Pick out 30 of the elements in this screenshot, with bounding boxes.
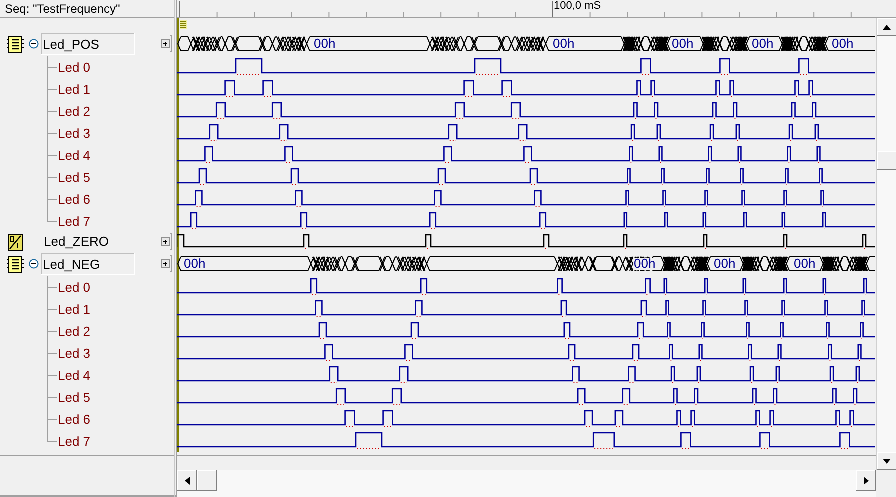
bus-value: 00h — [671, 38, 695, 50]
signal-name[interactable]: Led 3 — [58, 346, 91, 360]
bus-value: 00h — [313, 38, 337, 50]
signal-name[interactable]: Led 1 — [58, 302, 91, 316]
signal-name[interactable]: Led 2 — [58, 104, 91, 118]
signal-name[interactable]: Led 7 — [58, 434, 91, 448]
signal-name[interactable]: Led_POS — [41, 33, 135, 55]
signal-name[interactable]: Led 5 — [58, 390, 91, 404]
bus-value: 00h — [751, 38, 775, 50]
bus-value: 00h — [713, 258, 737, 270]
signal-name[interactable]: Led 3 — [58, 126, 91, 140]
signal-name[interactable]: Led 5 — [58, 170, 91, 184]
signal-name[interactable]: Led 1 — [58, 82, 91, 96]
bus-value: 00h — [793, 258, 817, 270]
signal-name[interactable]: Led 2 — [58, 324, 91, 338]
signal-name[interactable]: Led 7 — [58, 214, 91, 228]
ruler-label: 100,0 mS — [554, 0, 602, 12]
signal-name[interactable]: Led 0 — [58, 60, 91, 74]
signal-name[interactable]: Led 0 — [58, 280, 91, 294]
sequence-label: Seq: "TestFrequency" — [0, 0, 174, 18]
signal-name[interactable]: Led 4 — [58, 368, 91, 382]
signal-name[interactable]: Led 4 — [58, 148, 91, 162]
signal-name[interactable]: Led 6 — [58, 192, 91, 206]
bus-value: 00h — [552, 38, 576, 50]
signal-name[interactable]: Led_NEG — [41, 253, 135, 275]
bus-value: 00h — [183, 258, 207, 270]
bus-value: 00h — [831, 38, 855, 50]
signal-name[interactable]: Led 6 — [58, 412, 91, 426]
signal-name[interactable]: Led_ZERO — [43, 231, 137, 253]
bus-value: 00h — [633, 258, 657, 270]
